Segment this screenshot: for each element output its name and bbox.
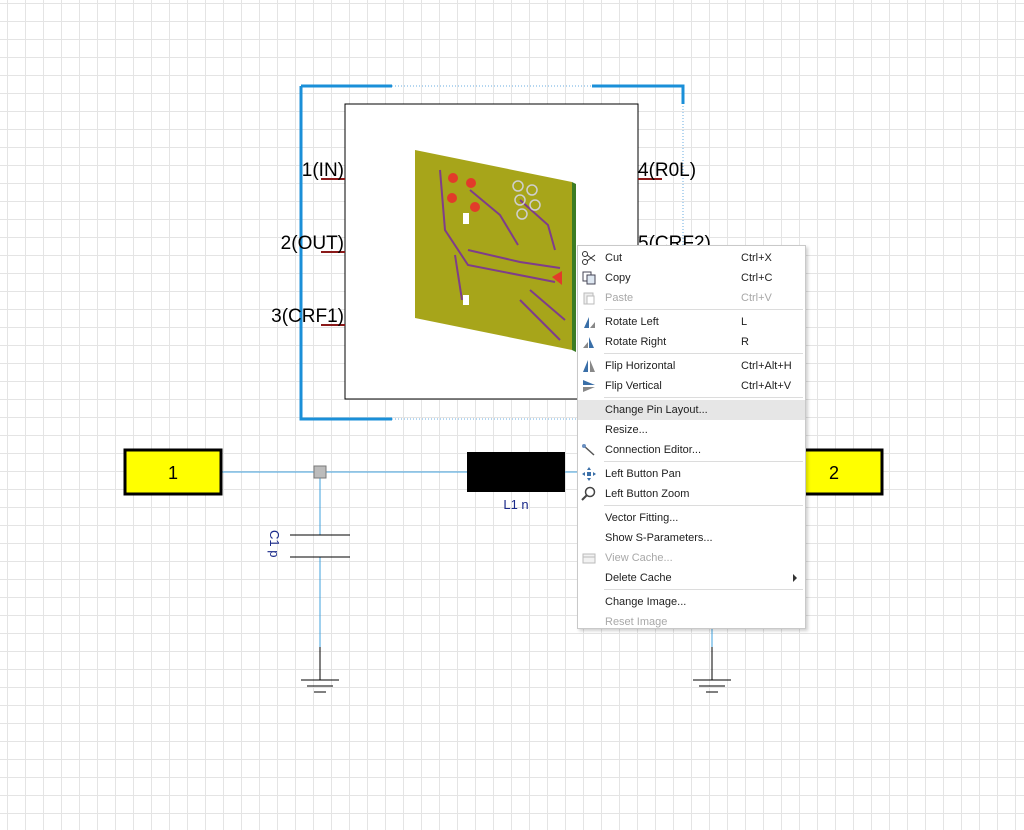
menu-item-shortcut: Ctrl+V — [741, 292, 772, 304]
menu-separator — [604, 461, 803, 462]
menu-item-label: Flip Vertical — [605, 380, 662, 392]
port-2-label: 2 — [829, 463, 839, 483]
menu-item-left-button-pan[interactable]: Left Button Pan — [578, 464, 805, 484]
context-menu: Cut Ctrl+X Copy Ctrl+C Paste Ctrl+V Rota… — [577, 245, 806, 629]
menu-item-label: Vector Fitting... — [605, 512, 679, 524]
menu-item-label: Show S-Parameters... — [605, 532, 713, 544]
scissors-icon — [581, 250, 597, 266]
menu-item-flip-horizontal[interactable]: Flip Horizontal Ctrl+Alt+H — [578, 356, 805, 376]
menu-item-show-s-parameters[interactable]: Show S-Parameters... — [578, 528, 805, 548]
menu-item-resize[interactable]: Resize... — [578, 420, 805, 440]
rotate-right-icon — [581, 334, 597, 350]
menu-separator — [604, 353, 803, 354]
menu-item-connection-editor[interactable]: Connection Editor... — [578, 440, 805, 460]
menu-item-shortcut: Ctrl+Alt+V — [741, 380, 792, 392]
menu-item-label: Connection Editor... — [605, 444, 702, 456]
menu-item-label: Left Button Pan — [605, 468, 681, 480]
menu-item-label: View Cache... — [605, 552, 673, 564]
copy-icon — [581, 270, 597, 286]
paste-icon — [581, 290, 597, 306]
menu-item-shortcut: Ctrl+X — [741, 252, 772, 264]
flip-vertical-icon — [581, 378, 597, 394]
menu-item-shortcut: Ctrl+C — [741, 272, 773, 284]
submenu-arrow-icon — [793, 574, 797, 582]
menu-item-label: Rotate Right — [605, 336, 667, 348]
menu-item-label: Rotate Left — [605, 316, 659, 328]
menu-separator — [604, 505, 803, 506]
menu-item-rotate-left[interactable]: Rotate Left L — [578, 312, 805, 332]
menu-item-shortcut: L — [741, 316, 748, 328]
wire-junction[interactable] — [313, 465, 327, 479]
ground-symbol-left — [301, 679, 339, 693]
pin-label-out: 2(OUT) — [281, 233, 344, 254]
menu-item-label: Change Pin Layout... — [605, 404, 708, 416]
pin-label-rol: 4(R0L) — [638, 160, 696, 181]
menu-item-change-pin-layout[interactable]: Change Pin Layout... — [578, 400, 805, 420]
connection-editor-icon — [581, 442, 597, 458]
menu-item-copy[interactable]: Copy Ctrl+C — [578, 268, 805, 288]
port-1-label: 1 — [168, 463, 178, 483]
menu-item-view-cache[interactable]: View Cache... — [578, 548, 805, 568]
menu-item-label: Cut — [605, 252, 623, 264]
view-cache-icon — [581, 550, 597, 566]
capacitor-label: C1 p — [267, 530, 282, 557]
menu-item-shortcut: Ctrl+Alt+H — [741, 360, 792, 372]
menu-separator — [604, 309, 803, 310]
menu-separator — [604, 589, 803, 590]
menu-item-paste[interactable]: Paste Ctrl+V — [578, 288, 805, 308]
menu-item-change-image[interactable]: Change Image... — [578, 592, 805, 612]
capacitor-c1[interactable] — [290, 534, 350, 558]
menu-item-cut[interactable]: Cut Ctrl+X — [578, 248, 805, 268]
menu-item-delete-cache[interactable]: Delete Cache — [578, 568, 805, 588]
menu-item-shortcut: R — [741, 336, 749, 348]
menu-separator — [604, 397, 803, 398]
menu-item-flip-vertical[interactable]: Flip Vertical Ctrl+Alt+V — [578, 376, 805, 396]
menu-item-label: Resize... — [605, 424, 648, 436]
menu-item-label: Copy — [605, 272, 631, 284]
menu-item-label: Left Button Zoom — [605, 488, 690, 500]
pan-icon — [581, 466, 597, 482]
menu-item-left-button-zoom[interactable]: Left Button Zoom — [578, 484, 805, 504]
menu-item-vector-fitting[interactable]: Vector Fitting... — [578, 508, 805, 528]
pin-label-crf1: 3(CRF1) — [271, 306, 344, 327]
menu-item-label: Flip Horizontal — [605, 360, 676, 372]
ground-symbol-right — [693, 679, 731, 693]
inductor-l1[interactable] — [467, 452, 565, 492]
menu-item-label: Reset Image — [605, 616, 668, 628]
flip-horizontal-icon — [581, 358, 597, 374]
rotate-left-icon — [581, 314, 597, 330]
schematic-canvas[interactable]: 1(IN) 2(OUT) 3(CRF1) 4(R0L) 5(CRF2) 1 2 … — [0, 0, 1024, 830]
menu-item-label: Delete Cache — [605, 572, 672, 584]
zoom-icon — [581, 486, 597, 502]
pin-label-in: 1(IN) — [302, 160, 344, 181]
menu-item-label: Paste — [605, 292, 634, 304]
menu-item-label: Change Image... — [605, 596, 687, 608]
pcb-image — [415, 150, 576, 352]
menu-item-rotate-right[interactable]: Rotate Right R — [578, 332, 805, 352]
inductor-label: L1 n — [503, 497, 528, 512]
menu-item-reset-image[interactable]: Reset Image — [578, 612, 805, 632]
